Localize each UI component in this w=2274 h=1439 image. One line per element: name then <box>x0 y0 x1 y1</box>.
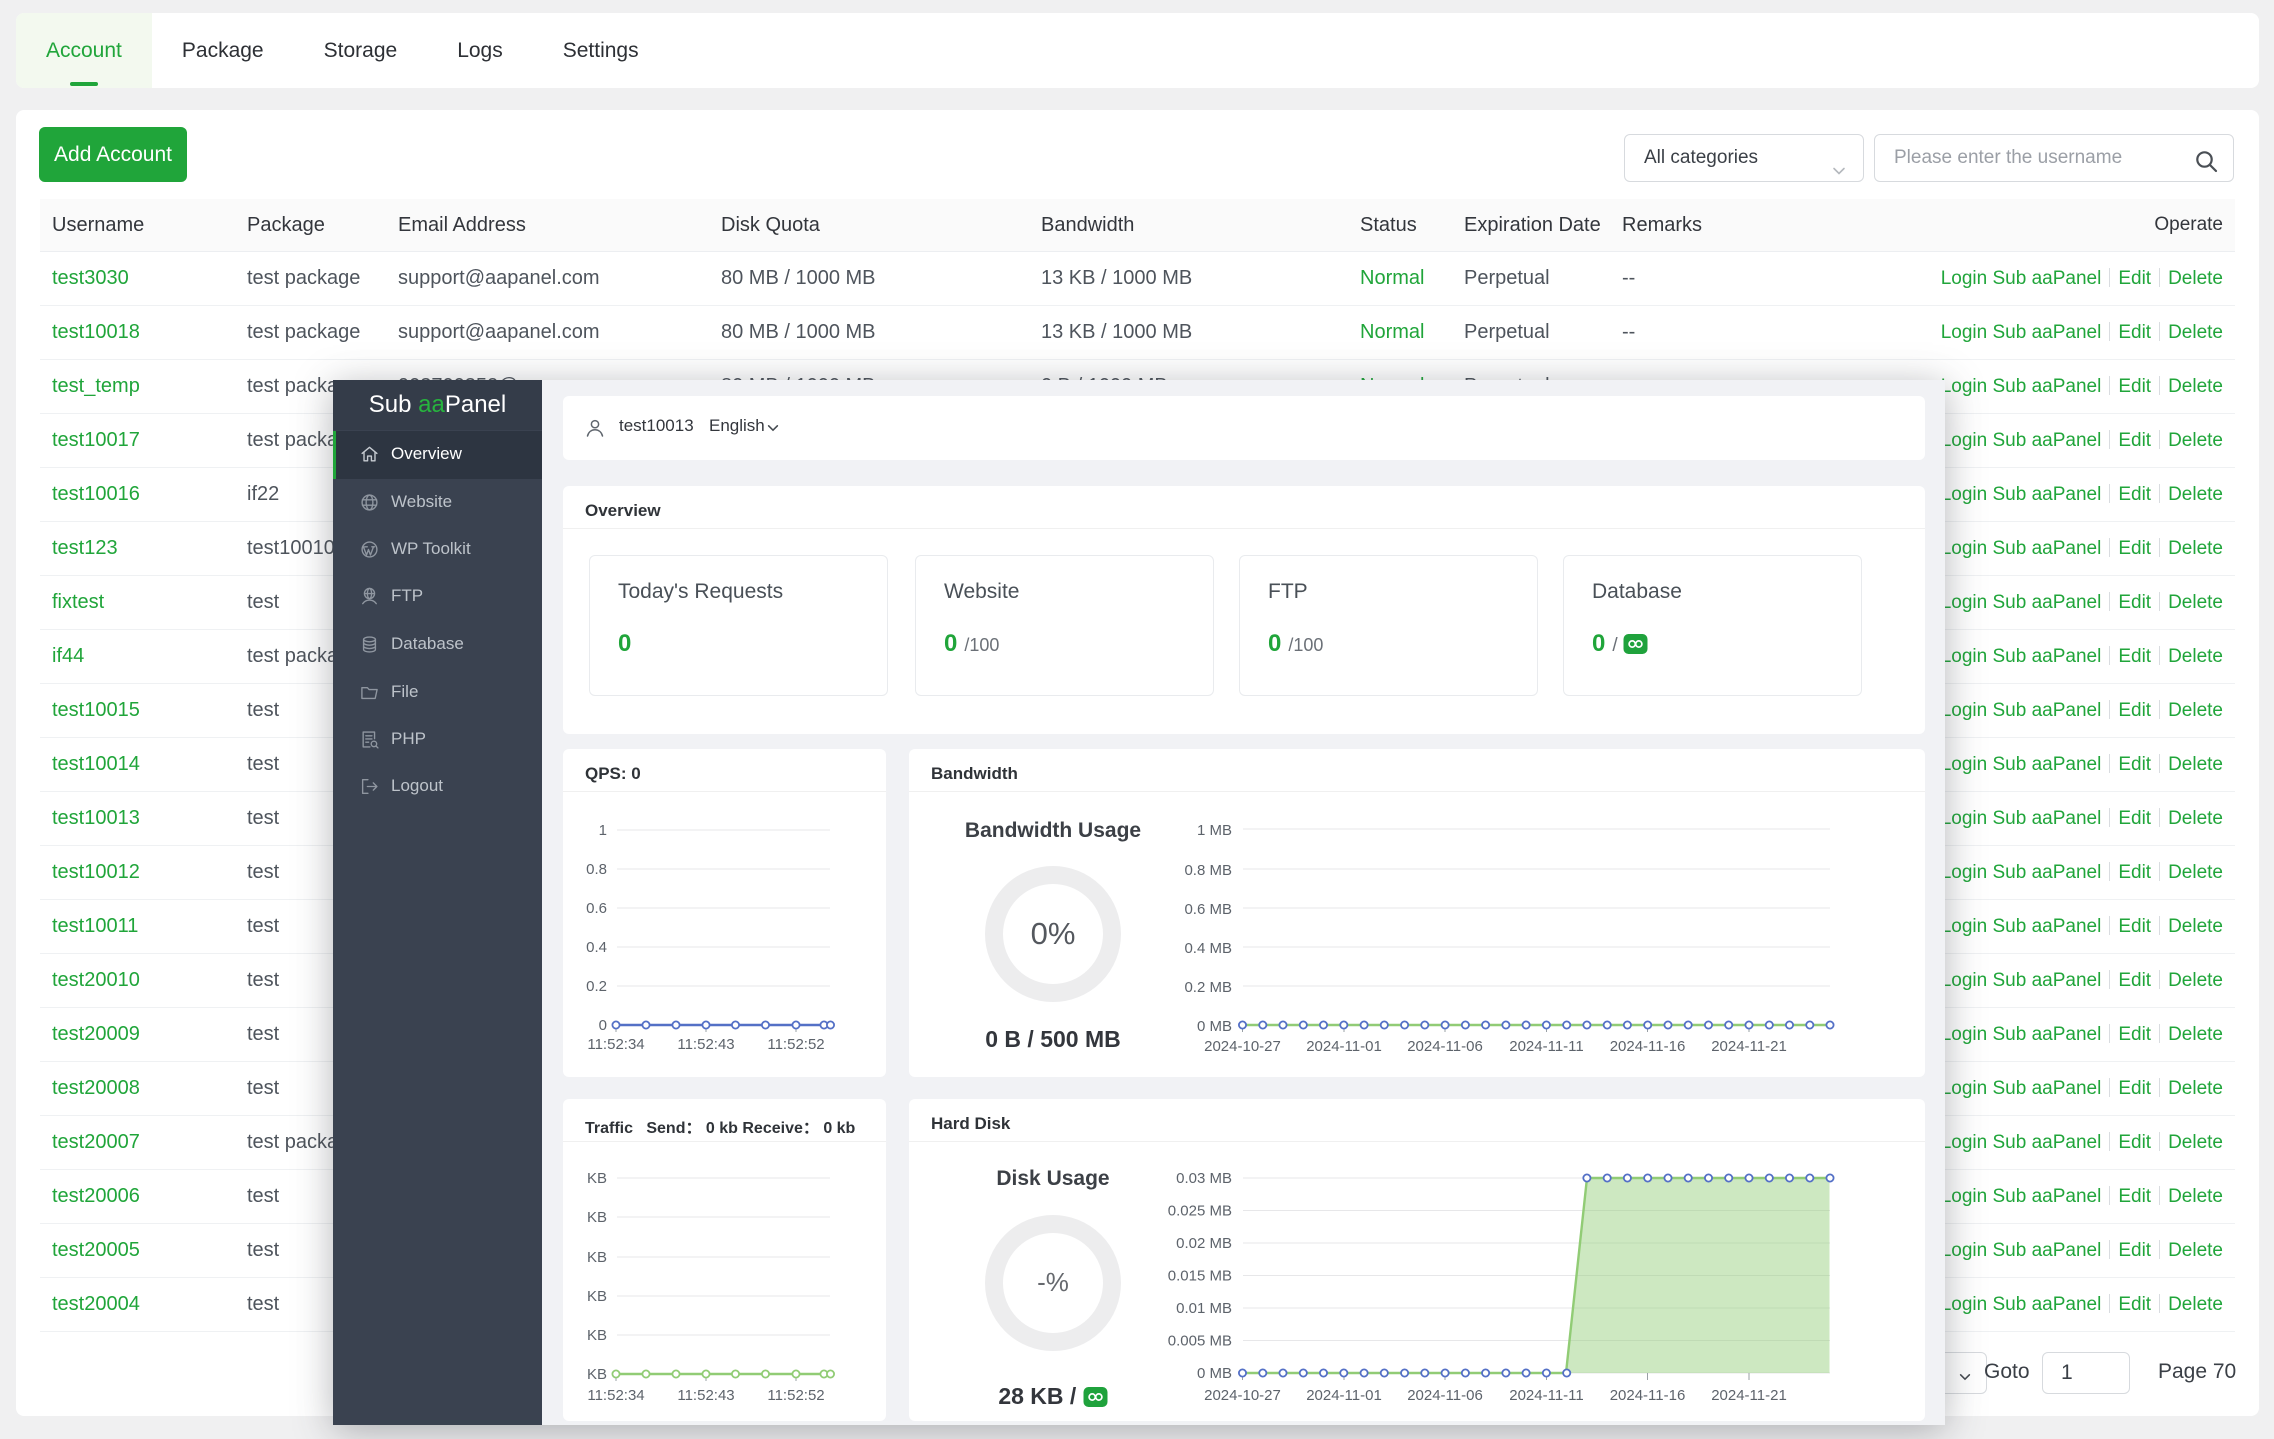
svg-text:11:52:43: 11:52:43 <box>677 1036 734 1053</box>
svg-text:2024-11-01: 2024-11-01 <box>1306 1387 1382 1404</box>
svg-text:0.6 MB: 0.6 MB <box>1184 901 1232 918</box>
svg-text:2024-11-01: 2024-11-01 <box>1306 1038 1382 1055</box>
svg-text:0.4: 0.4 <box>586 939 607 956</box>
svg-text:2024-10-27: 2024-10-27 <box>1204 1038 1281 1055</box>
svg-text:0: 0 <box>599 1017 607 1034</box>
svg-text:KB: KB <box>587 1209 607 1226</box>
svg-text:0.025 MB: 0.025 MB <box>1168 1203 1232 1220</box>
svg-text:11:52:52: 11:52:52 <box>767 1387 824 1404</box>
svg-text:0 MB: 0 MB <box>1197 1365 1232 1382</box>
svg-text:2024-11-06: 2024-11-06 <box>1407 1387 1483 1404</box>
svg-text:-%: -% <box>1037 1267 1069 1297</box>
svg-text:0.02 MB: 0.02 MB <box>1176 1235 1232 1252</box>
svg-text:2024-11-16: 2024-11-16 <box>1610 1038 1686 1055</box>
svg-text:0.2 MB: 0.2 MB <box>1184 979 1232 996</box>
svg-text:0.8 MB: 0.8 MB <box>1184 862 1232 879</box>
svg-text:0.6: 0.6 <box>586 900 607 917</box>
svg-text:2024-11-11: 2024-11-11 <box>1509 1038 1584 1055</box>
svg-text:1: 1 <box>599 822 607 839</box>
svg-text:0.03 MB: 0.03 MB <box>1176 1170 1232 1187</box>
svg-text:0.8: 0.8 <box>586 861 607 878</box>
svg-text:2024-11-21: 2024-11-21 <box>1711 1387 1787 1404</box>
svg-text:KB: KB <box>587 1170 607 1187</box>
svg-text:11:52:34: 11:52:34 <box>587 1387 644 1404</box>
svg-text:0.01 MB: 0.01 MB <box>1176 1300 1232 1317</box>
svg-text:KB: KB <box>587 1327 607 1344</box>
svg-text:0.2: 0.2 <box>586 978 607 995</box>
svg-text:2024-11-06: 2024-11-06 <box>1407 1038 1483 1055</box>
svg-text:KB: KB <box>587 1288 607 1305</box>
svg-text:0 MB: 0 MB <box>1197 1018 1232 1035</box>
svg-text:0.4 MB: 0.4 MB <box>1184 940 1232 957</box>
svg-text:11:52:43: 11:52:43 <box>677 1387 734 1404</box>
svg-text:KB: KB <box>587 1366 607 1383</box>
svg-text:2024-10-27: 2024-10-27 <box>1204 1387 1281 1404</box>
svg-text:11:52:34: 11:52:34 <box>587 1036 644 1053</box>
svg-text:KB: KB <box>587 1249 607 1266</box>
svg-text:1 MB: 1 MB <box>1197 822 1232 839</box>
svg-text:0.005 MB: 0.005 MB <box>1168 1333 1232 1350</box>
svg-text:0%: 0% <box>1031 916 1076 951</box>
svg-text:0.015 MB: 0.015 MB <box>1168 1268 1232 1285</box>
svg-text:2024-11-11: 2024-11-11 <box>1509 1387 1584 1404</box>
svg-text:11:52:52: 11:52:52 <box>767 1036 824 1053</box>
svg-text:2024-11-16: 2024-11-16 <box>1610 1387 1686 1404</box>
svg-text:2024-11-21: 2024-11-21 <box>1711 1038 1787 1055</box>
